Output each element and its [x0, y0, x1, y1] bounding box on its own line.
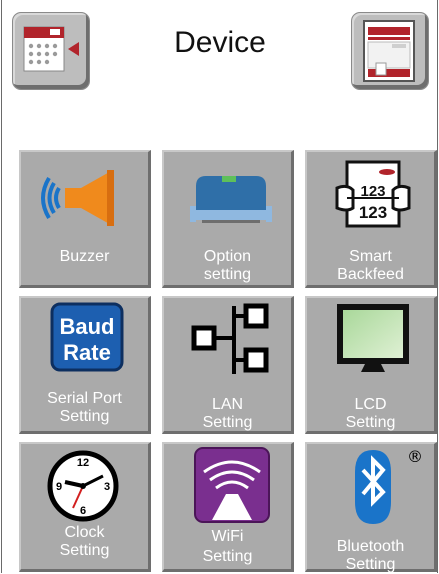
- printer-label-icon: [363, 20, 415, 82]
- tile-label: Clock: [64, 524, 105, 541]
- icon-text: 6: [80, 505, 86, 517]
- tile-serial-port-setting[interactable]: Baud Rate Serial Port Setting: [19, 296, 151, 434]
- tile-option-setting[interactable]: Option setting: [162, 150, 294, 288]
- icon-text: 123: [359, 203, 387, 222]
- page-title: Device: [174, 26, 266, 59]
- network-icon: [191, 303, 269, 374]
- icon-text: ®: [407, 447, 423, 466]
- tile-smart-backfeed[interactable]: 123 123 Smart Backfeed: [305, 150, 437, 288]
- icon-text: 12: [77, 457, 89, 469]
- tile-label: Smart: [349, 248, 392, 265]
- baud-rate-icon: Baud Rate: [50, 302, 124, 372]
- tile-label: Serial Port: [47, 390, 122, 407]
- printer-button[interactable]: [351, 12, 429, 90]
- icon-text: 3: [104, 481, 110, 493]
- tile-label: LCD: [354, 396, 387, 413]
- tile-label: WiFi: [211, 528, 244, 545]
- tile-label: Buzzer: [59, 248, 110, 265]
- tile-label: Setting: [202, 548, 253, 565]
- tile-label: setting: [203, 266, 252, 283]
- label-backfeed-icon: 123 123: [335, 160, 411, 228]
- tile-lcd-setting[interactable]: LCD Setting: [305, 296, 437, 434]
- bluetooth-icon: ®: [355, 447, 423, 524]
- tile-label: Setting: [59, 542, 110, 559]
- tile-buzzer[interactable]: Buzzer: [19, 150, 151, 288]
- tile-label: Setting: [59, 408, 110, 425]
- tile-clock-setting[interactable]: 12 3 6 9 Clock Setting: [19, 442, 151, 572]
- tile-label: Setting: [345, 556, 396, 573]
- tile-wifi-setting[interactable]: WiFi Setting: [162, 442, 294, 572]
- tile-label: LAN: [211, 396, 244, 413]
- tile-label: Setting: [345, 414, 396, 431]
- tile-label: Setting: [202, 414, 253, 431]
- icon-text: 9: [56, 481, 62, 493]
- wifi-icon: [194, 447, 270, 523]
- icon-text: Rate: [63, 340, 111, 365]
- tile-label: Backfeed: [337, 266, 404, 283]
- speaker-icon: [41, 170, 114, 226]
- tile-label: Bluetooth: [336, 538, 405, 555]
- calendar-back-icon: [23, 26, 79, 72]
- back-button[interactable]: [12, 12, 90, 90]
- icon-text: 123: [360, 183, 385, 200]
- clock-icon: 12 3 6 9: [47, 450, 119, 522]
- settings-grid: Buzzer Option setting 123 123 Smart Back…: [19, 150, 439, 573]
- monitor-icon: [337, 304, 409, 372]
- icon-text: Baud: [60, 314, 115, 339]
- tile-lan-setting[interactable]: LAN Setting: [162, 296, 294, 434]
- tile-label: Option: [203, 248, 252, 265]
- tile-bluetooth-setting[interactable]: ® Bluetooth Setting: [305, 442, 437, 573]
- option-module-icon: [190, 176, 272, 223]
